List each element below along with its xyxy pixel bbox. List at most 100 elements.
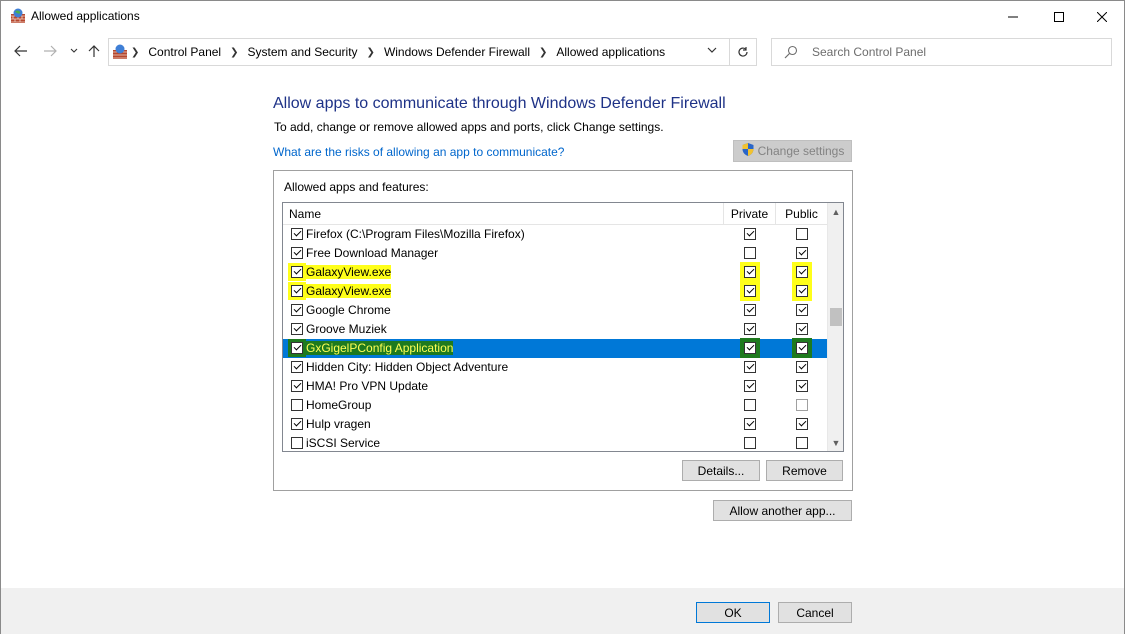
search-input[interactable]	[812, 44, 1102, 60]
minimize-button[interactable]	[990, 1, 1036, 32]
private-checkbox[interactable]	[744, 342, 756, 354]
app-name: Hidden City: Hidden Object Adventure	[306, 360, 509, 374]
public-checkbox[interactable]	[796, 380, 808, 392]
app-name: iSCSI Service	[306, 436, 381, 450]
public-checkbox[interactable]	[796, 266, 808, 278]
forward-button[interactable]	[41, 42, 59, 60]
public-checkbox[interactable]	[796, 361, 808, 373]
enable-checkbox[interactable]	[291, 228, 303, 240]
list-row[interactable]: Groove Muziek	[283, 320, 827, 339]
scrollbar-thumb[interactable]	[830, 308, 842, 326]
navigation-bar: ❯ Control Panel ❯ System and Security ❯ …	[1, 32, 1124, 72]
private-checkbox[interactable]	[744, 266, 756, 278]
breadcrumb-separator-icon[interactable]: ❯	[230, 47, 238, 58]
address-bar[interactable]: ❯ Control Panel ❯ System and Security ❯ …	[108, 38, 730, 66]
breadcrumb-control-panel[interactable]: Control Panel	[148, 45, 221, 59]
breadcrumb-defender-firewall[interactable]: Windows Defender Firewall	[384, 45, 530, 59]
private-checkbox[interactable]	[744, 399, 756, 411]
list-row[interactable]: HomeGroup	[283, 396, 827, 415]
enable-checkbox[interactable]	[291, 266, 303, 278]
minimize-icon	[1008, 16, 1018, 17]
change-settings-button[interactable]: Change settings	[733, 140, 852, 162]
details-button[interactable]: Details...	[682, 460, 760, 481]
scroll-up-icon[interactable]: ▲	[828, 203, 843, 220]
enable-checkbox[interactable]	[291, 399, 303, 411]
maximize-button[interactable]	[1036, 1, 1082, 32]
details-label: Details...	[697, 463, 745, 478]
risks-link[interactable]: What are the risks of allowing an app to…	[273, 145, 564, 159]
private-checkbox[interactable]	[744, 228, 756, 240]
public-checkbox[interactable]	[796, 285, 808, 297]
allowed-apps-list[interactable]: Name Private Public Firefox (C:\Program …	[282, 202, 844, 452]
refresh-icon	[738, 47, 748, 57]
allow-another-label: Allow another app...	[729, 503, 836, 518]
private-checkbox[interactable]	[744, 380, 756, 392]
private-checkbox[interactable]	[744, 247, 756, 259]
enable-checkbox[interactable]	[291, 361, 303, 373]
allow-another-app-button[interactable]: Allow another app...	[713, 500, 852, 521]
private-checkbox[interactable]	[744, 323, 756, 335]
scroll-down-icon[interactable]: ▼	[828, 434, 843, 451]
list-row[interactable]: GalaxyView.exe	[283, 263, 827, 282]
dialog-footer	[1, 588, 1124, 634]
public-checkbox[interactable]	[796, 399, 808, 411]
app-name: GalaxyView.exe	[306, 265, 392, 279]
breadcrumb-system-security[interactable]: System and Security	[248, 45, 358, 59]
list-scrollbar[interactable]: ▲ ▼	[827, 203, 843, 451]
list-row[interactable]: iSCSI Service	[283, 434, 827, 451]
list-row[interactable]: Google Chrome	[283, 301, 827, 320]
enable-checkbox[interactable]	[291, 247, 303, 259]
enable-checkbox[interactable]	[291, 323, 303, 335]
private-checkbox[interactable]	[744, 304, 756, 316]
enable-checkbox[interactable]	[291, 437, 303, 449]
private-checkbox[interactable]	[744, 285, 756, 297]
refresh-button[interactable]	[730, 38, 757, 66]
list-row[interactable]: Hulp vragen	[283, 415, 827, 434]
recent-locations-button[interactable]	[65, 42, 83, 60]
list-row[interactable]: Firefox (C:\Program Files\Mozilla Firefo…	[283, 225, 827, 244]
breadcrumb-separator-icon[interactable]: ❯	[367, 47, 375, 58]
private-checkbox[interactable]	[744, 361, 756, 373]
enable-checkbox[interactable]	[291, 418, 303, 430]
column-header-public[interactable]: Public	[776, 203, 827, 225]
private-checkbox[interactable]	[744, 437, 756, 449]
cancel-label: Cancel	[796, 605, 834, 620]
app-name: Firefox (C:\Program Files\Mozilla Firefo…	[306, 227, 525, 241]
list-row[interactable]: HMA! Pro VPN Update	[283, 377, 827, 396]
close-button[interactable]	[1079, 1, 1125, 32]
private-checkbox[interactable]	[744, 418, 756, 430]
enable-checkbox[interactable]	[291, 342, 303, 354]
list-row[interactable]: GxGigelPConfig Application	[283, 339, 827, 358]
list-row[interactable]: Free Download Manager	[283, 244, 827, 263]
back-button[interactable]	[12, 42, 30, 60]
enable-checkbox[interactable]	[291, 380, 303, 392]
enable-checkbox[interactable]	[291, 285, 303, 297]
breadcrumb-allowed-applications[interactable]: Allowed applications	[556, 45, 665, 59]
list-row[interactable]: Hidden City: Hidden Object Adventure	[283, 358, 827, 377]
public-checkbox[interactable]	[796, 342, 808, 354]
breadcrumb: ❯ Control Panel ❯ System and Security ❯ …	[131, 45, 665, 59]
public-checkbox[interactable]	[796, 437, 808, 449]
list-row[interactable]: GalaxyView.exe	[283, 282, 827, 301]
public-checkbox[interactable]	[796, 304, 808, 316]
public-checkbox[interactable]	[796, 323, 808, 335]
ok-button[interactable]: OK	[696, 602, 770, 623]
breadcrumb-separator-icon[interactable]: ❯	[539, 47, 547, 58]
remove-label: Remove	[782, 463, 827, 478]
search-box[interactable]	[771, 38, 1112, 66]
list-rows: Firefox (C:\Program Files\Mozilla Firefo…	[283, 225, 827, 451]
cancel-button[interactable]: Cancel	[778, 602, 852, 623]
public-checkbox[interactable]	[796, 418, 808, 430]
breadcrumb-separator-icon[interactable]: ❯	[131, 47, 139, 58]
enable-checkbox[interactable]	[291, 304, 303, 316]
page-title: Allow apps to communicate through Window…	[273, 95, 726, 112]
public-checkbox[interactable]	[796, 247, 808, 259]
public-checkbox[interactable]	[796, 228, 808, 240]
app-name: HomeGroup	[306, 398, 372, 412]
column-header-name[interactable]: Name	[283, 203, 724, 225]
column-header-private[interactable]: Private	[724, 203, 776, 225]
remove-button[interactable]: Remove	[766, 460, 843, 481]
title-bar: Allowed applications	[1, 1, 1124, 32]
address-dropdown-icon[interactable]	[707, 46, 717, 57]
up-button[interactable]	[85, 42, 103, 60]
